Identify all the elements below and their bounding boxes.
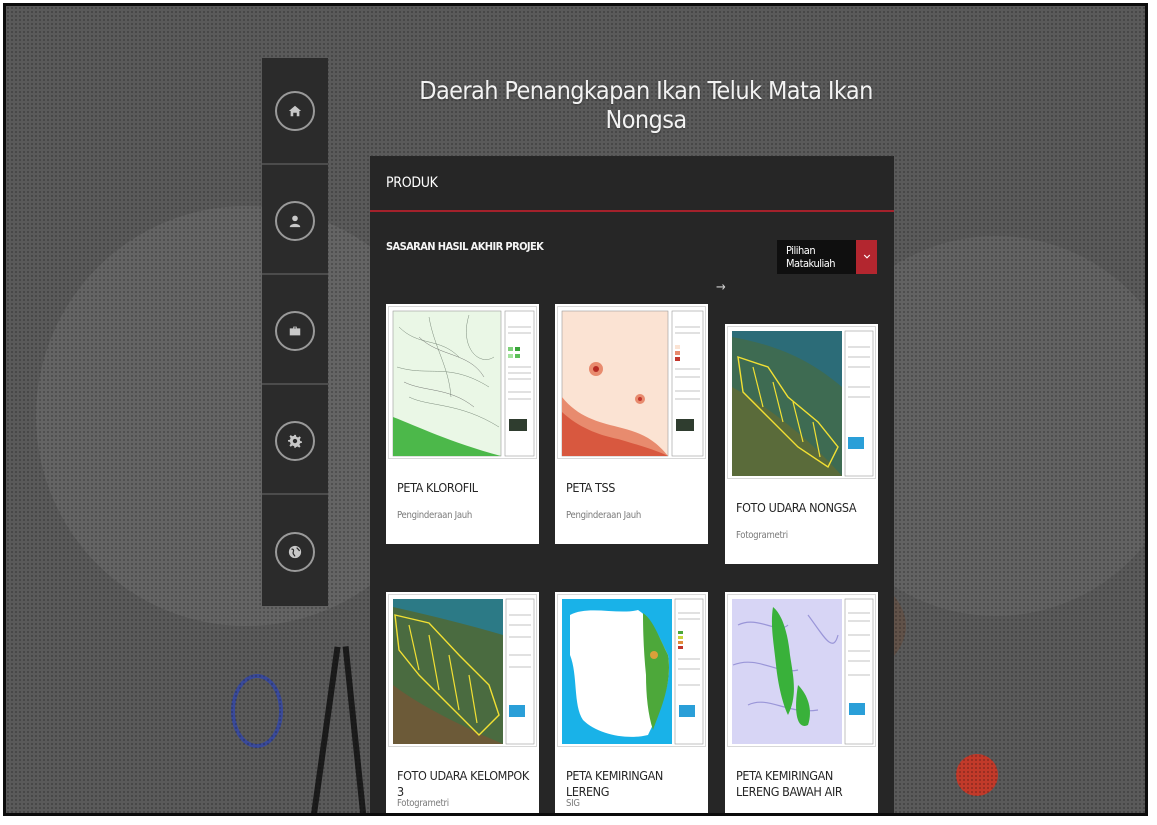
sidebar-item-home[interactable] xyxy=(262,58,328,165)
briefcase-icon xyxy=(275,310,315,351)
card-category: SIG xyxy=(566,798,580,809)
product-card[interactable]: PETA TSS Penginderaan Jauh xyxy=(555,304,708,544)
page-title: Daerah Penangkapan Ikan Teluk Mata Ikan … xyxy=(419,76,873,134)
slope-map-thumbnail xyxy=(557,594,706,747)
card-category: Fotogrametri xyxy=(397,798,449,809)
product-card[interactable]: FOTO UDARA NONGSA Fotogrametri xyxy=(725,324,878,564)
panel-header-label: PRODUK xyxy=(386,175,438,191)
product-card[interactable]: PETA KEMIRINGAN LERENG BAWAH AIR xyxy=(725,592,878,813)
card-title[interactable]: PETA TSS xyxy=(566,480,700,496)
sidebar-nav xyxy=(262,58,328,606)
card-title[interactable]: FOTO UDARA NONGSA xyxy=(736,500,870,516)
product-card[interactable]: FOTO UDARA KELOMPOK 3 Fotogrametri xyxy=(386,592,539,813)
section-subtitle: SASARAN HASIL AKHIR PROJEK xyxy=(386,240,544,253)
chlorophyll-map-thumbnail xyxy=(388,306,537,459)
underwater-slope-map-thumbnail xyxy=(727,594,876,747)
dropdown-label: Pilihan Matakuliah xyxy=(786,244,836,270)
arrow-right-icon: → xyxy=(716,280,726,295)
card-category: Fotogrametri xyxy=(736,530,788,541)
sidebar-item-contact[interactable] xyxy=(262,498,328,605)
product-card[interactable]: PETA KEMIRINGAN LERENG SIG xyxy=(555,592,708,813)
card-category: Penginderaan Jauh xyxy=(566,510,642,521)
screenshot-frame: Daerah Penangkapan Ikan Teluk Mata Ikan … xyxy=(3,3,1148,816)
aerial-photo-thumbnail xyxy=(727,326,876,479)
home-icon xyxy=(275,90,315,131)
course-dropdown[interactable]: Pilihan Matakuliah xyxy=(777,240,877,274)
tss-map-thumbnail xyxy=(557,306,706,459)
panel-header: PRODUK xyxy=(370,156,894,212)
card-title[interactable]: PETA KLOROFIL xyxy=(397,480,531,496)
globe-icon xyxy=(275,531,315,572)
products-panel: PRODUK SASARAN HASIL AKHIR PROJEK Piliha… xyxy=(370,156,894,813)
product-card[interactable]: PETA KLOROFIL Penginderaan Jauh xyxy=(386,304,539,544)
card-category: Penginderaan Jauh xyxy=(397,510,473,521)
sidebar-item-portfolio[interactable] xyxy=(262,278,328,385)
chevron-down-icon[interactable] xyxy=(856,240,877,274)
card-title[interactable]: FOTO UDARA KELOMPOK 3 xyxy=(397,768,531,800)
card-title[interactable]: PETA KEMIRINGAN LERENG BAWAH AIR xyxy=(736,768,870,800)
gear-icon xyxy=(275,420,315,461)
sidebar-item-profile[interactable] xyxy=(262,168,328,275)
aerial-photo-group3-thumbnail xyxy=(388,594,537,747)
card-title[interactable]: PETA KEMIRINGAN LERENG xyxy=(566,768,700,800)
sidebar-item-settings[interactable] xyxy=(262,388,328,495)
user-icon xyxy=(275,200,315,241)
